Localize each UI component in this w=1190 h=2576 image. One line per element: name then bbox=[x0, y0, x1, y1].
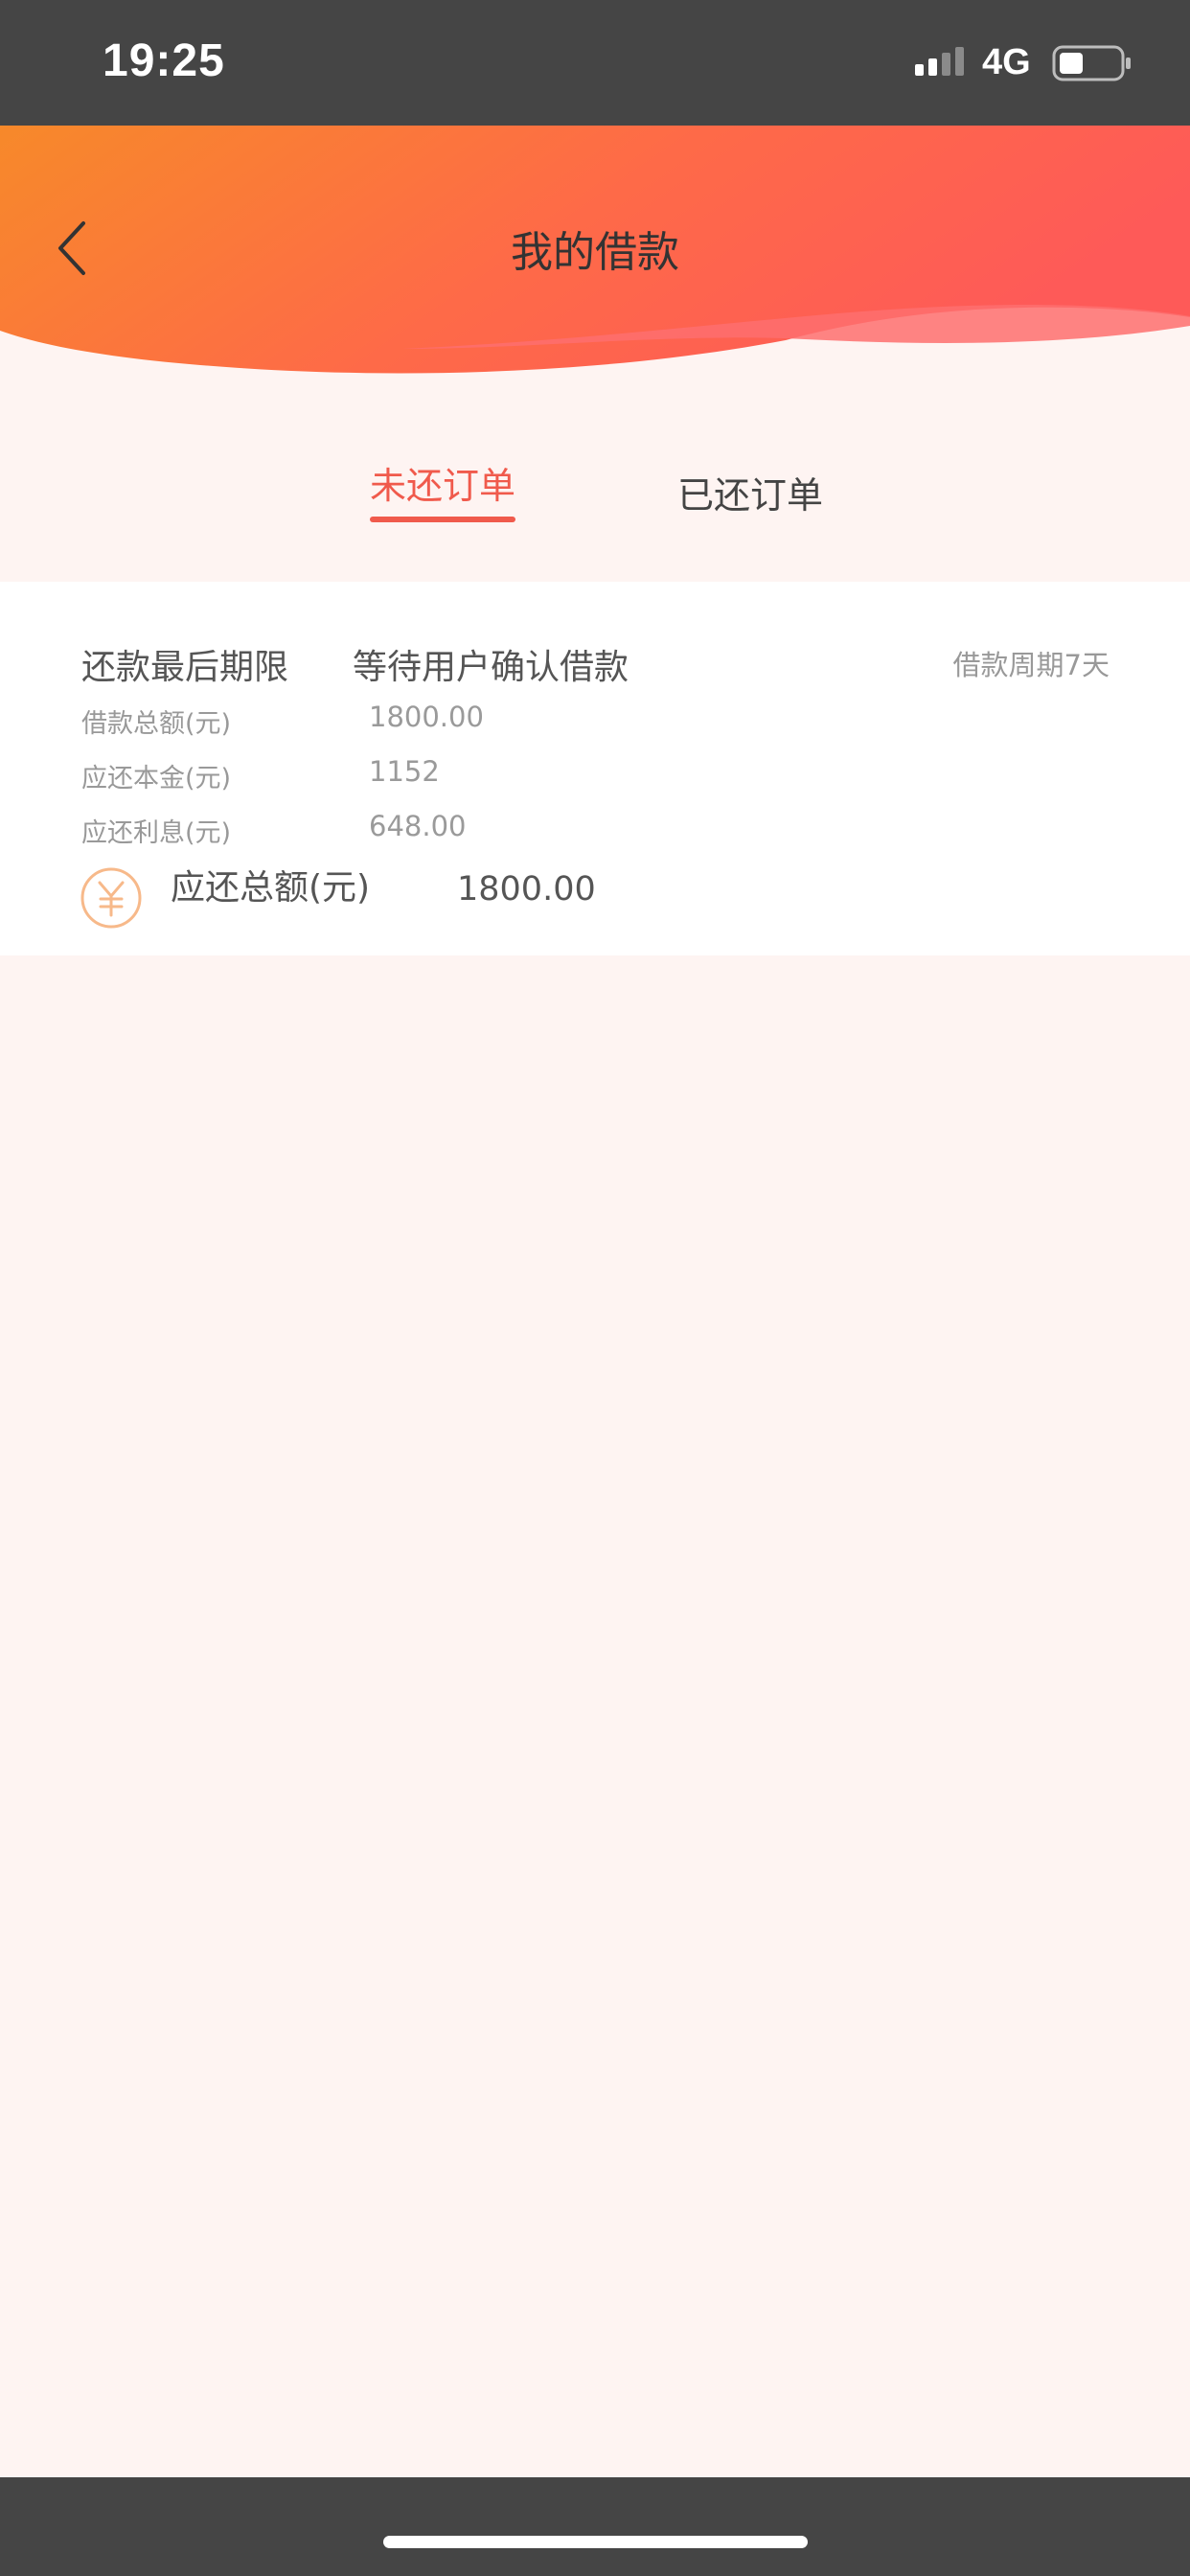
loan-order-card[interactable]: 还款最后期限 等待用户确认借款 借款周期7天 借款总额(元) 1800.00 应… bbox=[0, 582, 1190, 955]
total-due-label: 应还总额(元) bbox=[171, 868, 371, 908]
active-tab-underline bbox=[370, 517, 516, 522]
repayment-deadline-label: 还款最后期限 bbox=[81, 648, 289, 687]
bottom-system-bar bbox=[0, 2477, 1190, 2576]
principal-due-label: 应还本金(元) bbox=[81, 764, 232, 794]
network-type-label: 4G bbox=[982, 42, 1031, 82]
order-status-text: 等待用户确认借款 bbox=[353, 648, 629, 687]
home-indicator[interactable] bbox=[383, 2536, 808, 2548]
page-title: 我的借款 bbox=[511, 228, 679, 277]
signal-icon bbox=[915, 47, 964, 76]
tab-label: 未还订单 bbox=[370, 465, 516, 507]
header: 我的借款 bbox=[0, 126, 1190, 384]
tab-label: 已还订单 bbox=[677, 474, 824, 517]
tab-unpaid-orders[interactable]: 未还订单 bbox=[370, 456, 516, 522]
status-time: 19:25 bbox=[103, 35, 225, 86]
interest-due-label: 应还利息(元) bbox=[81, 818, 232, 848]
battery-icon bbox=[1052, 45, 1131, 81]
status-bar: 19:25 4G bbox=[0, 0, 1190, 126]
yuan-icon bbox=[80, 867, 142, 929]
interest-due-value: 648.00 bbox=[369, 810, 467, 842]
principal-due-value: 1152 bbox=[369, 755, 440, 788]
loan-period-text: 借款周期7天 bbox=[952, 649, 1110, 681]
loan-total-label: 借款总额(元) bbox=[81, 709, 232, 739]
order-tabs: 未还订单 已还订单 bbox=[0, 450, 1190, 527]
tab-paid-orders[interactable]: 已还订单 bbox=[677, 466, 823, 518]
total-due-value: 1800.00 bbox=[457, 870, 596, 908]
loan-total-value: 1800.00 bbox=[369, 701, 484, 733]
